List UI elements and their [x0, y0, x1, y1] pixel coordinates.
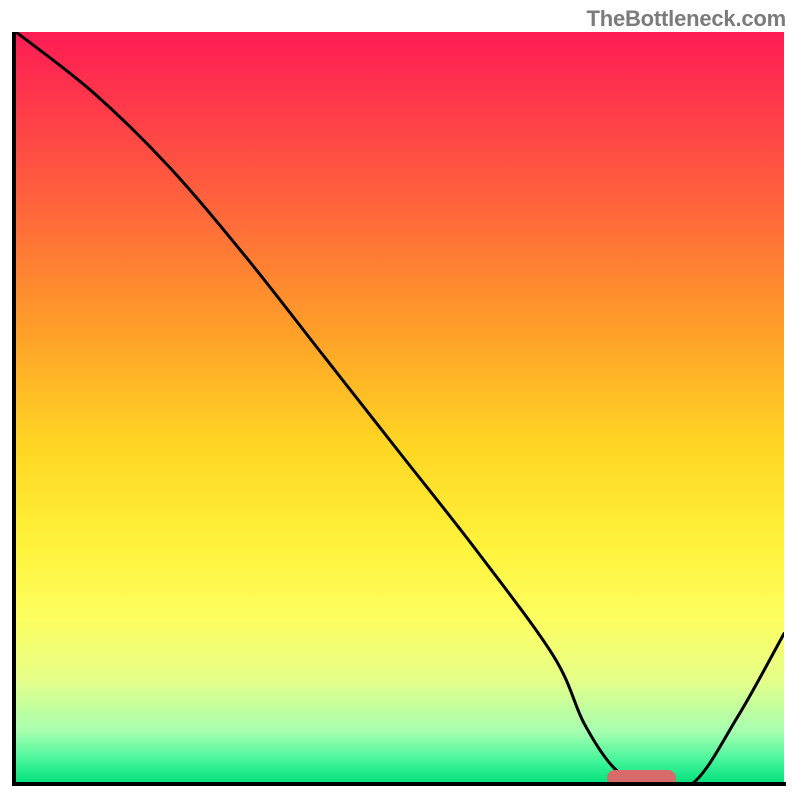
y-axis: [12, 32, 16, 784]
plot-gradient-background: [16, 32, 784, 784]
x-axis: [12, 782, 786, 786]
attribution-text: TheBottleneck.com: [586, 6, 786, 32]
bottleneck-chart: TheBottleneck.com: [0, 0, 800, 800]
